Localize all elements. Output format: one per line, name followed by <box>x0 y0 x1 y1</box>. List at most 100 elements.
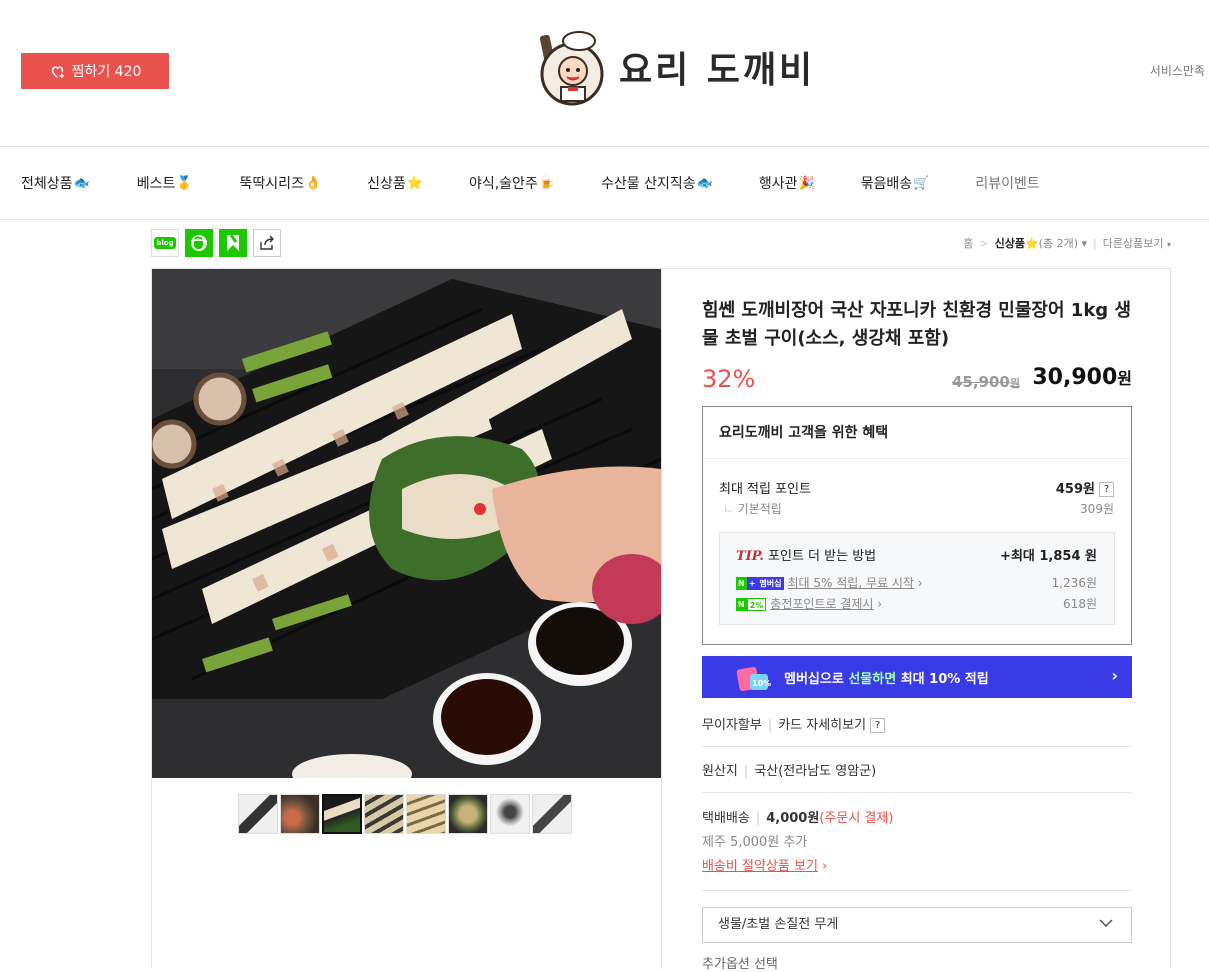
divider: | <box>767 718 773 733</box>
badge-label: 멤버십 <box>757 577 784 590</box>
gift-badge-label: 10% <box>752 679 771 688</box>
share-icon <box>260 235 274 250</box>
other-products-label: 다른상품보기 <box>1102 237 1164 250</box>
thumbnail-image[interactable] <box>532 794 572 834</box>
payment-row: 무이자할부 | 카드 자세히보기? <box>702 714 1132 733</box>
cafe-cup-icon <box>191 235 207 251</box>
divider-line <box>702 890 1132 891</box>
thumbnail-image[interactable] <box>448 794 488 834</box>
tip-box: TIP. 포인트 더 받는 방법 +최대 1,854 원 N + 멤버십 최대 5%… <box>719 532 1115 625</box>
benefit-title: 요리도깨비 고객을 위한 혜택 <box>703 407 1131 459</box>
sns-share-group: blog <box>151 229 281 257</box>
breadcrumb-separator: > <box>979 236 989 250</box>
help-icon[interactable]: ? <box>870 718 886 733</box>
max-point-label: 최대 적립 포인트 <box>719 482 811 497</box>
thumbnail-image[interactable] <box>280 794 320 834</box>
breadcrumb: 홈 > 신상품⭐(총 2개) ▾ | 다른상품보기 ▾ <box>963 235 1171 251</box>
shipping-save-link[interactable]: 배송비 절약상품 보기 › <box>702 855 1132 874</box>
thumbnail-image-selected[interactable] <box>322 794 362 834</box>
header: 찜하기 420 요리 도깨비 서비스만족 <box>0 0 1209 147</box>
price-row: 32% 45,900원 30,900원 <box>702 363 1132 403</box>
breadcrumb-divider: | <box>1093 236 1097 250</box>
basic-point-value: 309원 <box>1080 502 1114 516</box>
logo-text: 요리 도깨비 <box>619 50 816 91</box>
band-share-button[interactable] <box>219 229 247 257</box>
installment-label: 무이자할부 <box>702 718 762 733</box>
bookmark-icon <box>227 234 239 251</box>
tip-row-charge-point[interactable]: N 2% 충전포인트로 결제시 › 618원 <box>736 595 1097 612</box>
naver-plus-membership-badge-icon: N + 멤버십 <box>736 577 784 590</box>
original-price-value: 45,900 <box>951 373 1010 391</box>
chevron-down-icon <box>1099 919 1113 928</box>
grilled-eel-photo <box>152 269 661 778</box>
origin-value: 국산(전라남도 영암군) <box>754 764 877 779</box>
thumbnail-image[interactable] <box>490 794 530 834</box>
nav-item-seafood-direct[interactable]: 수산물 산지직송 🐟 <box>601 173 713 193</box>
sale-price-value: 30,900 <box>1032 365 1118 390</box>
nav-item-all[interactable]: 전체상품 🐟 <box>21 173 90 193</box>
shipping-label: 택배배송 <box>702 811 750 826</box>
share-button[interactable] <box>253 229 281 257</box>
star-icon: ⭐ <box>1024 237 1039 250</box>
original-price: 45,900원 <box>952 373 1020 391</box>
fish-icon: 🐟 <box>696 175 713 191</box>
shipping-row: 택배배송 | 4,000원(주문시 결제) <box>702 807 1132 826</box>
breadcrumb-home[interactable]: 홈 <box>963 235 973 251</box>
origin-row: 원산지 | 국산(전라남도 영암군) <box>702 760 1132 779</box>
wish-button[interactable]: 찜하기 420 <box>21 53 169 89</box>
sale-price-unit: 원 <box>1117 369 1132 388</box>
nav-item-bundle[interactable]: 묶음배송 🛒 <box>861 173 930 193</box>
nav-label: 베스트 <box>136 176 176 192</box>
nav-item-series[interactable]: 뚝딱시리즈 👌 <box>240 173 322 193</box>
breadcrumb-category[interactable]: 신상품⭐(총 2개) ▾ <box>995 235 1087 251</box>
help-icon[interactable]: ? <box>1099 482 1114 497</box>
service-satisfaction-link[interactable]: 서비스만족 <box>1150 62 1205 79</box>
product-detail: 힘쎈 도깨비장어 국산 자포니카 친환경 민물장어 1kg 생물 초벌 구이(소… <box>151 268 1171 972</box>
product-main-image[interactable] <box>152 269 661 778</box>
banner-text-em: 선물하면 <box>848 672 897 687</box>
tip-row-membership[interactable]: N + 멤버십 최대 5% 적립, 무료 시작 › 1,236원 <box>736 574 1097 591</box>
divider: | <box>755 811 761 826</box>
extra-option-label: 추가옵션 선택 <box>702 957 778 972</box>
thumbnail-image[interactable] <box>406 794 446 834</box>
basic-point-label: 기본적립 <box>737 502 782 516</box>
nav-item-review-event[interactable]: 리뷰이벤트 <box>975 173 1039 193</box>
nav-label: 리뷰이벤트 <box>975 176 1040 192</box>
site-logo[interactable]: 요리 도깨비 <box>535 27 815 107</box>
cart-icon: 🛒 <box>913 175 930 191</box>
naver-cafe-share-button[interactable] <box>185 229 213 257</box>
nav-item-snack[interactable]: 야식,술안주 🍺 <box>469 173 555 193</box>
sale-price: 30,900원 <box>1032 365 1132 390</box>
caret-down-icon: ▾ <box>1166 240 1171 249</box>
nav-item-event[interactable]: 행사관 🎉 <box>759 173 815 193</box>
naver-blog-share-button[interactable]: blog <box>151 229 179 257</box>
category-nav: 전체상품 🐟 베스트 🥇 뚝딱시리즈 👌 신상품 ⭐ 야식,술안주 🍺 수산물 산지직송 🐟… <box>0 147 1209 220</box>
nav-item-new[interactable]: 신상품 ⭐ <box>367 173 423 193</box>
option-select[interactable]: 생물/초벌 손질전 무게 <box>702 907 1132 943</box>
thumbnail-image[interactable] <box>364 794 404 834</box>
divider: | <box>743 764 749 779</box>
max-point-value: 459원 <box>1055 482 1095 497</box>
card-detail-link[interactable]: 카드 자세히보기 <box>778 718 866 733</box>
max-point-row: 최대 적립 포인트 459원? <box>719 478 1114 497</box>
nav-label: 행사관 <box>758 176 798 192</box>
blog-icon: blog <box>154 237 176 249</box>
beer-icon: 🍺 <box>538 175 556 191</box>
naver-pay-point-badge-icon: N 2% <box>736 598 767 611</box>
tip-label: 포인트 더 받는 방법 <box>768 549 877 564</box>
nav-label: 전체상품 <box>21 176 73 192</box>
option-select-label: 생물/초벌 손질전 무게 <box>718 917 839 932</box>
breadcrumb-category-label: 신상품 <box>994 237 1025 250</box>
thumbnail-image[interactable] <box>238 794 278 834</box>
vertical-divider <box>661 269 662 969</box>
ok-hand-icon: 👌 <box>304 175 322 191</box>
tip-link[interactable]: 최대 5% 적립, 무료 시작 <box>788 576 914 590</box>
badge-label: 2% <box>746 598 767 611</box>
benefit-box: 요리도깨비 고객을 위한 혜택 최대 적립 포인트 459원? ㄴ 기본적립 3… <box>702 406 1132 645</box>
membership-banner-text: 멤버십으로 선물하면 최대 10% 적립 <box>784 668 989 687</box>
membership-banner[interactable]: 10% 멤버십으로 선물하면 최대 10% 적립 › <box>702 656 1132 698</box>
nav-item-best[interactable]: 베스트 🥇 <box>137 173 193 193</box>
tip-link[interactable]: 충전포인트로 결제시 <box>770 597 873 611</box>
other-products-link[interactable]: 다른상품보기 ▾ <box>1103 235 1171 251</box>
nav-label: 수산물 산지직송 <box>601 176 696 192</box>
